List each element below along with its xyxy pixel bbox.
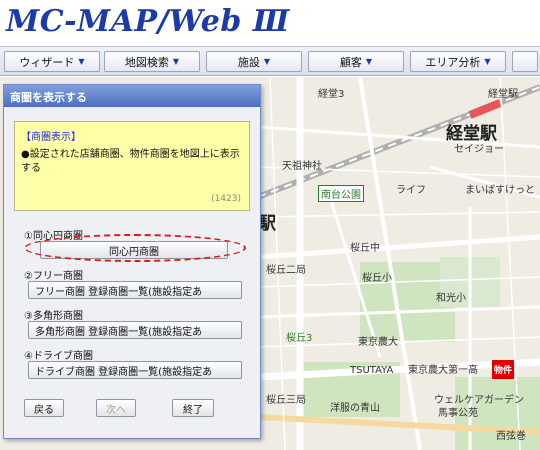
map-label-baji-park: 馬事公苑	[438, 408, 478, 419]
map-label-sakuragaoka-mid: 桜丘中	[350, 243, 380, 254]
next-button: 次へ	[96, 399, 136, 417]
section-free-label: ②フリー商圏	[24, 271, 83, 282]
free-trade-area-button[interactable]: フリー商圏 登録商圏一覧(施設指定あ	[28, 281, 242, 299]
menu-facility-label: 施設	[237, 55, 260, 69]
map-label-tsutaya: TSUTAYA	[350, 365, 394, 376]
map-label-life: ライフ	[396, 185, 426, 196]
map-label-nishikata: 西弦巻	[496, 431, 526, 442]
chevron-down-icon: ▼	[78, 57, 85, 66]
finish-button[interactable]: 終了	[172, 399, 214, 417]
map-label-nandai-park: 南台公園	[318, 185, 364, 202]
map-label-tokyo-nodai: 東京農大	[358, 337, 398, 348]
notice-title: 【商圏表示】	[21, 132, 81, 143]
app-logo: MC-MAP/Web Ⅲ	[6, 4, 290, 39]
map-label-wako: 和光小	[436, 293, 466, 304]
highlight-ring	[24, 234, 246, 262]
dialog-title[interactable]: 商圏を表示する	[4, 85, 260, 107]
property-marker[interactable]: 物件	[492, 360, 515, 379]
menu-more-button[interactable]	[512, 51, 538, 72]
chevron-down-icon: ▼	[172, 57, 180, 66]
map-label-sakuragaoka2: 桜丘二局	[266, 265, 306, 276]
menu-map-search-button[interactable]: 地図検索 ▼	[104, 51, 200, 72]
map-label-sakuragaoka3-kyoku: 桜丘三局	[266, 395, 306, 406]
notice-code: (1423)	[211, 194, 241, 204]
map-label-eki: 駅	[259, 214, 276, 234]
polygon-trade-area-button[interactable]: 多角形商圏 登録商圏一覧(施設指定あ	[28, 321, 242, 339]
map-label-seijo: セイジョー	[454, 144, 504, 155]
menu-wizard-label: ウィザード	[19, 55, 75, 69]
menu-bar: ウィザード ▼ 地図検索 ▼ 施設 ▼ 顧客 ▼ エリア分析 ▼	[0, 46, 540, 76]
app-header: MC-MAP/Web Ⅲ	[0, 0, 540, 46]
chevron-down-icon: ▼	[365, 57, 373, 66]
dialog-body: 【商圏表示】 ●設定された店舗商圏、物件商圏を地図上に表示する (1423) ①…	[4, 107, 260, 438]
menu-customer-label: 顧客	[339, 55, 362, 69]
notice-box: 【商圏表示】 ●設定された店舗商圏、物件商圏を地図上に表示する (1423)	[14, 121, 250, 211]
back-button[interactable]: 戻る	[24, 399, 64, 417]
map-label-tenso-shrine: 天祖神社	[282, 161, 322, 172]
section-polygon-label: ③多角形商圏	[24, 311, 83, 322]
menu-area-analysis-label: エリア分析	[425, 55, 481, 69]
map-label-maibasket: まいばすけっと	[465, 185, 535, 196]
map-label-sakuragaoka3: 桜丘3	[286, 333, 313, 344]
chevron-down-icon: ▼	[263, 57, 271, 66]
menu-area-analysis-button[interactable]: エリア分析 ▼	[410, 51, 506, 72]
menu-facility-button[interactable]: 施設 ▼	[206, 51, 302, 72]
menu-map-search-label: 地図検索	[124, 55, 169, 69]
map-label-sakuragaoka-small: 桜丘小	[362, 273, 392, 284]
menu-customer-button[interactable]: 顧客 ▼	[308, 51, 404, 72]
trade-area-dialog: 商圏を表示する 【商圏表示】 ●設定された店舗商圏、物件商圏を地図上に表示する …	[3, 84, 261, 439]
map-label-kyodo3: 経堂3	[318, 89, 345, 100]
menu-wizard-button[interactable]: ウィザード ▼	[4, 51, 100, 72]
drive-trade-area-button[interactable]: ドライブ商圏 登録商圏一覧(施設指定あ	[28, 361, 242, 379]
map-label-yofuku: 洋服の青山	[330, 403, 380, 414]
notice-text: ●設定された店舗商圏、物件商圏を地図上に表示する	[21, 149, 240, 174]
map-label-kyodo-station-small: 経堂駅	[488, 89, 518, 100]
section-drive-label: ④ドライブ商圏	[24, 351, 93, 362]
chevron-down-icon: ▼	[484, 57, 491, 66]
map-label-nodai-high: 東京農大第一高	[408, 365, 478, 376]
